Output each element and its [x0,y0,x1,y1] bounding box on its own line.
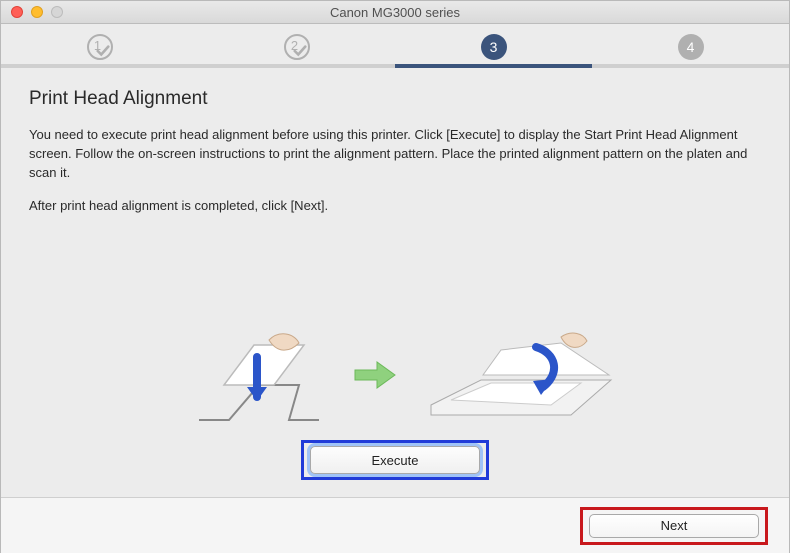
arrow-right-icon [353,358,397,392]
main-content: Print Head Alignment You need to execute… [1,68,789,477]
illustration-row [29,325,761,425]
window-titlebar: Canon MG3000 series [1,1,789,24]
instruction-paragraph-2: After print head alignment is completed,… [29,197,761,216]
next-button[interactable]: Next [589,514,759,538]
step-4: 4 [592,30,789,68]
illustration-print [169,325,329,425]
highlight-next: Next [583,510,765,542]
step-2: 2 [198,30,395,68]
page-title: Print Head Alignment [29,88,761,110]
check-icon [96,44,110,58]
window-title: Canon MG3000 series [1,5,789,20]
step-indicator: 1 2 3 4 [1,30,789,68]
footer-bar: Next [1,497,789,553]
execute-button[interactable]: Execute [310,446,480,474]
instruction-paragraph-1: You need to execute print head alignment… [29,126,761,183]
check-icon [293,44,307,58]
illustration-scan [421,325,621,425]
step-number: 4 [687,39,695,55]
step-3: 3 [395,30,592,68]
highlight-execute: Execute [304,443,486,477]
step-number: 3 [490,39,498,55]
step-1: 1 [1,30,198,68]
